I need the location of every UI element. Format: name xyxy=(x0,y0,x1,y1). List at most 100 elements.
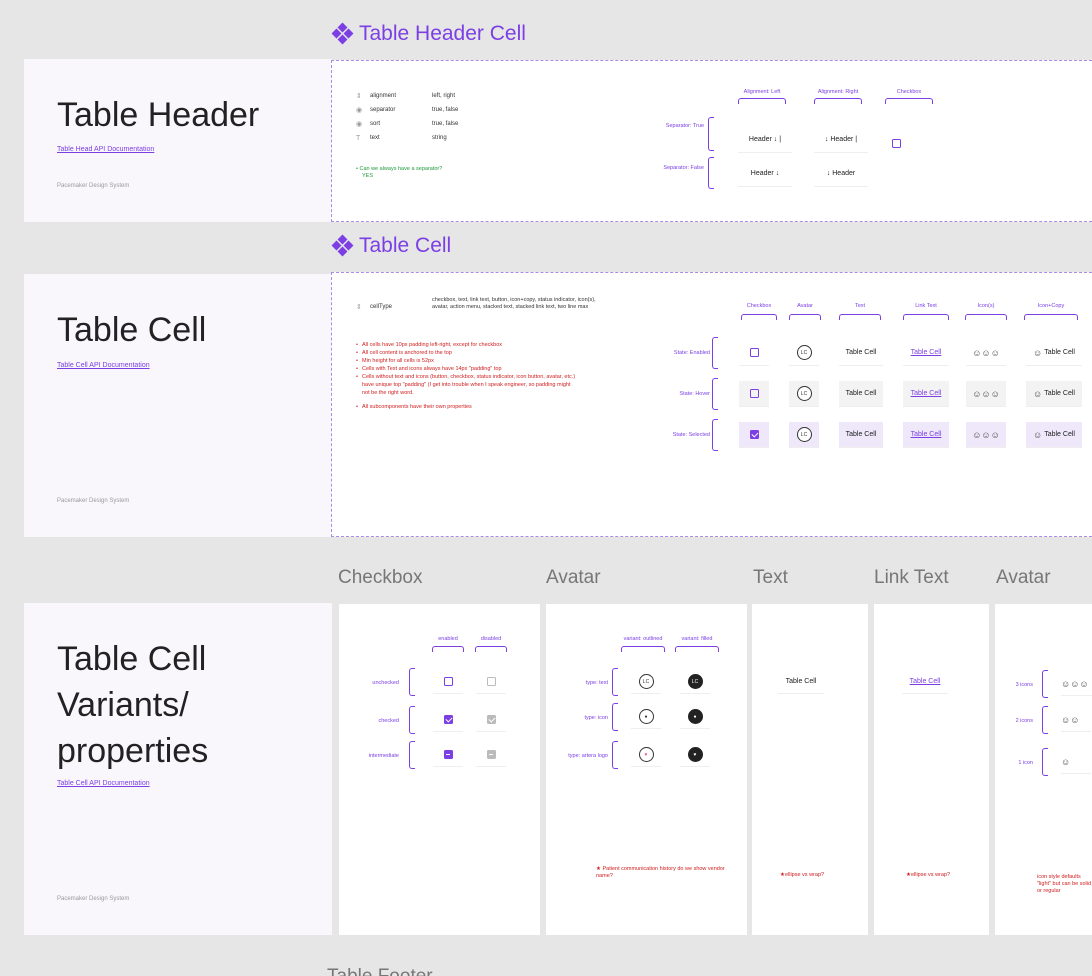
bracket xyxy=(903,314,949,320)
variant-heading-icons: Avatar xyxy=(996,567,1051,588)
checkbox-intermediate-enabled[interactable] xyxy=(433,743,463,767)
col-alignment-left: Alignment: Left xyxy=(738,89,786,104)
footer-text: Pacemaker Design System xyxy=(57,498,130,504)
cell-link-hover[interactable]: Table Cell xyxy=(903,381,949,407)
header-cell-right[interactable]: ↓ Header xyxy=(814,161,868,187)
row-unchecked: unchecked xyxy=(372,680,399,686)
bracket xyxy=(612,703,618,731)
checkbox-intermediate-disabled xyxy=(476,743,506,767)
avatar-icon-outlined[interactable]: ● xyxy=(631,705,661,729)
doc-link[interactable]: Table Cell API Documentation xyxy=(57,362,150,369)
note-answer: YES xyxy=(362,173,374,179)
cell-avatar-enabled[interactable]: LC xyxy=(789,340,819,366)
eye-icon: ◉ xyxy=(356,107,363,114)
bracket xyxy=(1042,748,1048,776)
note-item: All subcomponents have their own propert… xyxy=(356,403,576,411)
icons-3[interactable]: ☺☺☺ xyxy=(1061,672,1092,696)
cell-text-enabled[interactable]: Table Cell xyxy=(839,340,883,366)
star-icon: ★ xyxy=(596,866,601,872)
cell-icons-enabled[interactable]: ☺☺☺ xyxy=(966,340,1006,366)
cell-icon-copy-enabled[interactable]: ☺ Table Cell xyxy=(1026,340,1082,366)
row-intermediate: intermediate xyxy=(368,753,399,759)
checkbox-checked-enabled[interactable] xyxy=(433,708,463,732)
avatar: LC xyxy=(638,674,654,689)
cell-icons-hover[interactable]: ☺☺☺ xyxy=(966,381,1006,407)
doc-link[interactable]: Table Head API Documentation xyxy=(57,146,154,153)
section-title-text: Table Header Cell xyxy=(359,22,526,45)
bracket xyxy=(409,741,415,769)
panel-checkbox-variants: enabled disabled unchecked checked inter… xyxy=(339,604,540,935)
footer-text: Pacemaker Design System xyxy=(57,183,130,189)
heart-logo-icon: ♥ xyxy=(687,747,703,762)
header-cell-left[interactable]: Header ↓ xyxy=(738,161,792,187)
cell-icons-selected[interactable]: ☺☺☺ xyxy=(966,422,1006,448)
state-label-enabled: State: Enabled xyxy=(673,350,710,356)
cell-checkbox-selected[interactable] xyxy=(739,422,769,448)
page-title: Table Cell Variants/ properties xyxy=(57,640,209,770)
cell-avatar-selected[interactable]: LC xyxy=(789,422,819,448)
bracket xyxy=(1042,670,1048,698)
row-label-separator-true: Separator: True xyxy=(662,123,704,130)
note-item: All cells have 10px padding left-right, … xyxy=(356,341,576,349)
bracket xyxy=(965,314,1007,320)
bracket xyxy=(409,706,415,734)
col-label: disabled xyxy=(480,636,502,642)
cell-text-selected[interactable]: Table Cell xyxy=(839,422,883,448)
cell-icon-copy-hover[interactable]: ☺ Table Cell xyxy=(1026,381,1082,407)
footer-text: Pacemaker Design System xyxy=(57,896,130,902)
header-cell-right-sep[interactable]: ↓ Header | xyxy=(814,127,868,153)
col-enabled: enabled xyxy=(432,636,464,652)
prop-name: sort xyxy=(370,121,381,127)
eye-icon: ◉ xyxy=(356,121,363,128)
avatar-logo-filled[interactable]: ♥ xyxy=(680,743,710,767)
header-cell-left-sep[interactable]: Header ↓ | xyxy=(738,127,792,153)
row-type-icon: type: icon xyxy=(584,715,608,721)
avatar-logo-outlined[interactable]: ♥ xyxy=(631,743,661,767)
variant-heading-avatar: Avatar xyxy=(546,567,601,588)
cell-link-selected[interactable]: Table Cell xyxy=(903,422,949,448)
user-icon: ● xyxy=(638,709,654,724)
bracket xyxy=(839,314,881,320)
col-head-link-text: Link Text xyxy=(903,303,949,320)
avatar: LC xyxy=(687,674,703,689)
avatar: LC xyxy=(796,386,812,401)
note-item: All cell content is anchored to the top xyxy=(356,349,576,357)
icons-1[interactable]: ☺ xyxy=(1061,750,1091,774)
prop-row: ⇕ cellType xyxy=(356,303,432,311)
table-cell-frame: ⇕ cellType checkbox, text, link text, bu… xyxy=(331,272,1092,537)
heart-logo-icon: ♥ xyxy=(638,747,654,762)
avatar-text-filled[interactable]: LC xyxy=(680,670,710,694)
arrows-icon: ⇕ xyxy=(356,93,362,100)
panel-avatar-variants: variant: outlined variant: filled type: … xyxy=(546,604,747,935)
intro-panel-table-header: Table Header Table Head API Documentatio… xyxy=(24,59,332,222)
bracket xyxy=(712,419,718,451)
avatar-note: ★ Patient communication history do we sh… xyxy=(596,866,726,880)
bracket xyxy=(1042,706,1048,734)
property-list: ⇕ alignment left, right ◉ separator true, fa… xyxy=(356,89,458,145)
avatar-icon-filled[interactable]: ● xyxy=(680,705,710,729)
col-filled: variant: filled xyxy=(675,636,719,652)
cell-checkbox-enabled[interactable] xyxy=(739,340,769,366)
cell-checkbox-hover[interactable] xyxy=(739,381,769,407)
cell-icon-copy-selected[interactable]: ☺ Table Cell xyxy=(1026,422,1082,448)
doc-link[interactable]: Table Cell API Documentation xyxy=(57,780,150,787)
prop-row: ◉ separator true, false xyxy=(356,103,458,117)
avatar-text-outlined[interactable]: LC xyxy=(631,670,661,694)
row-3-icons: 3 icons xyxy=(1015,682,1033,688)
cell-notes: All cells have 10px padding left-right, … xyxy=(356,341,576,411)
header-checkbox[interactable] xyxy=(892,135,901,153)
smile-icon: ☺ xyxy=(1033,347,1043,358)
state-label-hover: State: Hover xyxy=(679,391,710,397)
col-label: Icon(s) xyxy=(977,303,995,309)
cell-text-hover[interactable]: Table Cell xyxy=(839,381,883,407)
col-label: variant: outlined xyxy=(623,636,663,642)
icons-2[interactable]: ☺☺ xyxy=(1061,708,1091,732)
page-title: Table Cell xyxy=(57,311,207,349)
checkbox-unchecked-enabled[interactable] xyxy=(433,670,463,694)
link-cell-sample[interactable]: Table Cell xyxy=(902,670,948,694)
cell-avatar-hover[interactable]: LC xyxy=(789,381,819,407)
cell-link-enabled[interactable]: Table Cell xyxy=(903,340,949,366)
bracket xyxy=(409,668,415,696)
checkbox-unchecked-disabled xyxy=(476,670,506,694)
text-cell-sample[interactable]: Table Cell xyxy=(778,670,824,694)
